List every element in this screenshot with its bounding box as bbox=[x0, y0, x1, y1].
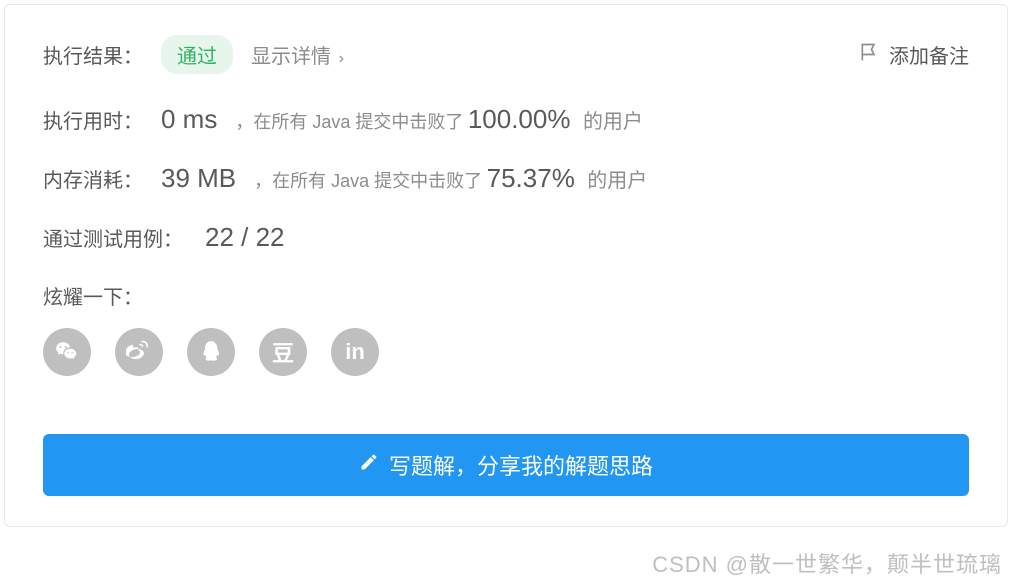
show-details-text: 显示详情 bbox=[251, 46, 331, 68]
wechat-icon[interactable] bbox=[43, 328, 91, 376]
memory-suffix: 的用户 bbox=[587, 170, 647, 192]
memory-label: 内存消耗： bbox=[43, 164, 143, 193]
share-icons: 豆 in bbox=[43, 328, 969, 376]
result-card: 执行结果： 通过 显示详情 › 添加备注 执行用时： 0 ms ，在所有 Jav… bbox=[4, 4, 1008, 527]
qq-icon[interactable] bbox=[187, 328, 235, 376]
runtime-value: 0 ms bbox=[161, 104, 217, 135]
memory-inline: ，在所有 Java 提交中击败了 75.37% 的用户 bbox=[254, 163, 647, 194]
testcases-value: 22 / 22 bbox=[205, 222, 285, 253]
runtime-percent: 100.00% bbox=[468, 104, 571, 134]
weibo-icon[interactable] bbox=[115, 328, 163, 376]
header-row: 执行结果： 通过 显示详情 › 添加备注 bbox=[43, 35, 969, 74]
runtime-row: 执行用时： 0 ms ，在所有 Java 提交中击败了 100.00% 的用户 bbox=[43, 104, 969, 135]
header-left: 执行结果： 通过 显示详情 › bbox=[43, 35, 344, 74]
memory-percent: 75.37% bbox=[487, 163, 575, 193]
douban-icon[interactable]: 豆 bbox=[259, 328, 307, 376]
show-details-link[interactable]: 显示详情 › bbox=[251, 40, 344, 69]
memory-value: 39 MB bbox=[161, 163, 236, 194]
linkedin-icon[interactable]: in bbox=[331, 328, 379, 376]
runtime-inline: ，在所有 Java 提交中击败了 100.00% 的用户 bbox=[235, 104, 643, 135]
result-label: 执行结果： bbox=[43, 40, 143, 69]
write-solution-label: 写题解，分享我的解题思路 bbox=[389, 449, 653, 481]
runtime-label: 执行用时： bbox=[43, 105, 143, 134]
share-label: 炫耀一下： bbox=[43, 281, 969, 310]
write-solution-button[interactable]: 写题解，分享我的解题思路 bbox=[43, 434, 969, 496]
add-note-button[interactable]: 添加备注 bbox=[859, 40, 969, 69]
memory-row: 内存消耗： 39 MB ，在所有 Java 提交中击败了 75.37% 的用户 bbox=[43, 163, 969, 194]
add-note-label: 添加备注 bbox=[889, 40, 969, 69]
runtime-desc: ，在所有 Java 提交中击败了 bbox=[235, 112, 463, 132]
testcases-row: 通过测试用例： 22 / 22 bbox=[43, 222, 969, 253]
chevron-right-icon: › bbox=[339, 50, 344, 67]
runtime-suffix: 的用户 bbox=[583, 111, 643, 133]
memory-desc: ，在所有 Java 提交中击败了 bbox=[254, 171, 482, 191]
flag-icon bbox=[859, 42, 879, 68]
watermark: CSDN @散一世繁华，颠半世琉璃 bbox=[652, 547, 1002, 579]
status-badge: 通过 bbox=[161, 35, 233, 74]
pencil-icon bbox=[359, 452, 379, 478]
testcases-label: 通过测试用例： bbox=[43, 223, 183, 252]
